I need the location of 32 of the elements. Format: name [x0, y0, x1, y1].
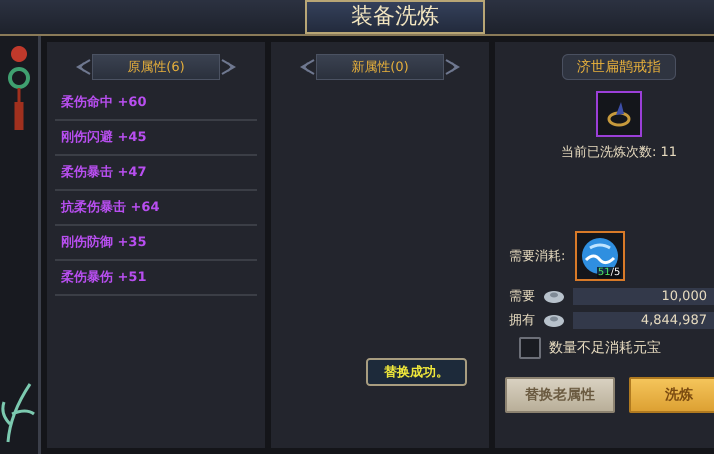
success-toast: 替换成功。	[366, 358, 467, 386]
attribute-row: 抗柔伤暴击 +64	[55, 191, 257, 226]
currency-value: 4,844,987	[573, 312, 714, 328]
panel-title: 原属性(6)	[92, 54, 220, 80]
ornament-icon	[298, 58, 316, 76]
ornament-icon	[444, 58, 462, 76]
currency-value: 10,000	[573, 288, 714, 304]
attribute-row: 柔伤命中 +60	[55, 86, 257, 121]
checkbox[interactable]	[519, 337, 541, 359]
attribute-row: 柔伤暴击 +47	[55, 156, 257, 191]
refine-count: 当前已洗炼次数: 11	[560, 144, 678, 161]
material-slot[interactable]: 51/5	[575, 231, 626, 281]
equipment-slot[interactable]	[596, 91, 642, 137]
currency-label: 拥有	[509, 312, 535, 329]
panel-title: 新属性(0)	[316, 54, 444, 80]
ornament-icon	[220, 58, 238, 76]
cost-label: 需要消耗:	[509, 248, 566, 265]
attribute-row: 刚伤防御 +35	[55, 226, 257, 261]
ingot-icon	[543, 312, 565, 328]
attribute-row: 柔伤暴伤 +51	[55, 261, 257, 296]
ornament-icon	[74, 58, 92, 76]
owned-count: 51	[598, 267, 611, 278]
currency-label: 需要	[509, 288, 535, 305]
refine-button[interactable]: 洗炼	[629, 377, 714, 413]
replace-button[interactable]: 替换老属性	[505, 377, 615, 413]
attribute-row: 刚伤闪避 +45	[55, 121, 257, 156]
required-count: /5	[610, 267, 620, 278]
stone-icon	[580, 236, 620, 276]
ingot-icon	[543, 288, 565, 304]
equipment-name: 济世扁鹊戒指	[562, 54, 676, 80]
window-title: 装备洗炼	[305, 0, 485, 34]
checkbox-label: 数量不足消耗元宝	[549, 339, 661, 357]
